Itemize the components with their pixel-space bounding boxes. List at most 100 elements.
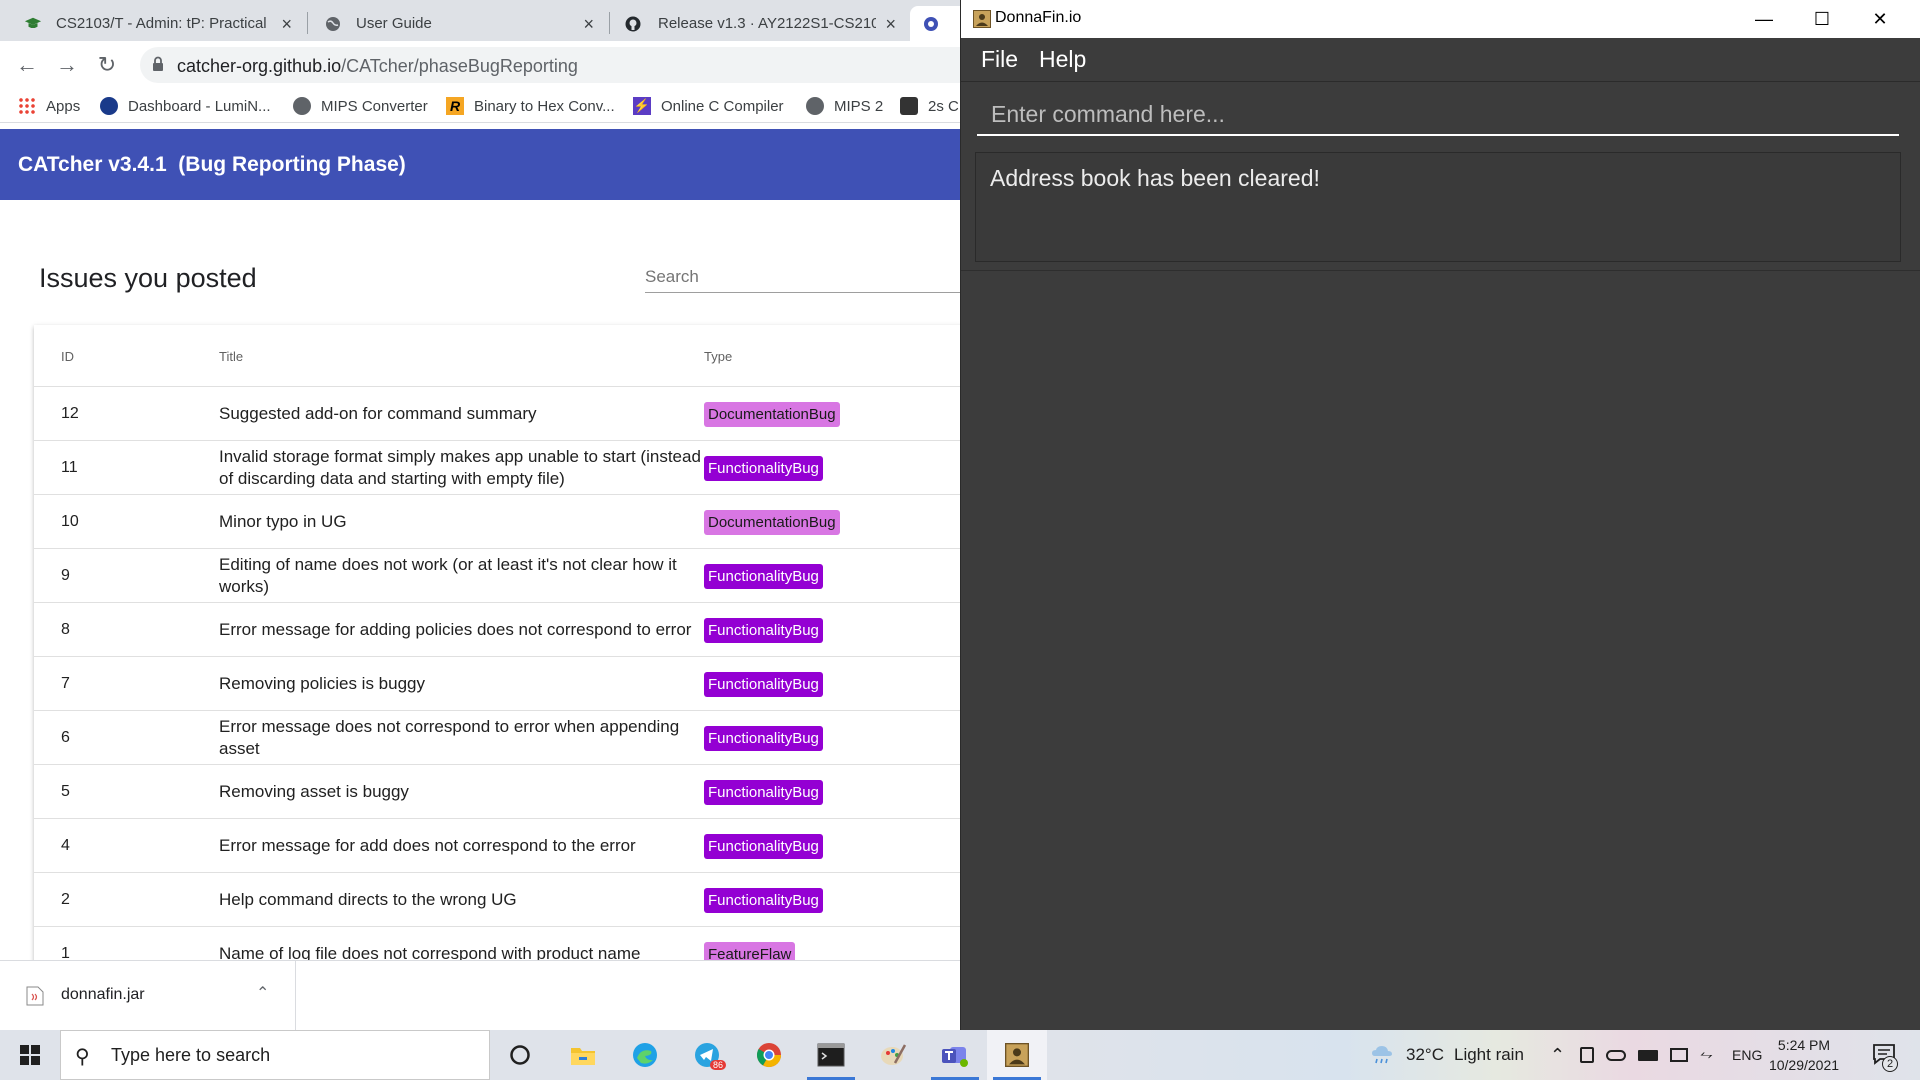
bookmark-binary-hex[interactable]: R Binary to Hex Conv... bbox=[446, 94, 615, 118]
globe-icon bbox=[326, 17, 340, 31]
bookmark-2s[interactable]: 2s C bbox=[900, 94, 959, 118]
issue-type-badge: FunctionalityBug bbox=[704, 780, 823, 805]
system-clock[interactable]: 5:24 PM 10/29/2021 bbox=[1764, 1035, 1844, 1075]
minimize-button[interactable]: — bbox=[1735, 0, 1793, 38]
maximize-button[interactable]: ☐ bbox=[1793, 0, 1851, 38]
bookmark-apps[interactable]: Apps bbox=[18, 94, 80, 118]
command-box[interactable] bbox=[977, 96, 1899, 136]
taskbar-search[interactable]: ⚲ Type here to search bbox=[60, 1030, 490, 1080]
command-input[interactable] bbox=[977, 96, 1899, 132]
action-center-button[interactable]: 2 bbox=[1865, 1030, 1905, 1080]
bookmark-label: Dashboard - LumiN... bbox=[128, 97, 271, 115]
battery-icon[interactable] bbox=[1638, 1049, 1658, 1061]
column-header-type[interactable]: Type bbox=[704, 349, 732, 364]
show-hidden-icons-button[interactable]: ⌃ bbox=[1550, 1030, 1565, 1080]
download-item[interactable]: donnafin.jar ⌃ bbox=[22, 961, 296, 1030]
table-row[interactable]: 7 Removing policies is buggy Functionality… bbox=[34, 657, 960, 711]
issue-title[interactable]: Suggested add-on for command summary bbox=[219, 387, 719, 441]
reload-button[interactable]: ↻ bbox=[93, 51, 121, 79]
start-button[interactable] bbox=[0, 1030, 60, 1080]
close-icon[interactable]: × bbox=[281, 14, 292, 35]
issue-id: 12 bbox=[61, 405, 79, 422]
issue-title[interactable]: Error message does not correspond to err… bbox=[219, 711, 719, 765]
meet-now-icon[interactable] bbox=[1580, 1047, 1594, 1063]
java-file-icon bbox=[26, 986, 44, 1006]
tab-release[interactable]: Release v1.3 · AY2122S1-CS2103T × bbox=[610, 6, 910, 41]
bookmark-dashboard[interactable]: Dashboard - LumiN... bbox=[100, 94, 271, 118]
tab-cs2103[interactable]: CS2103/T - Admin: tP: Practical E × bbox=[0, 6, 306, 41]
wifi-icon[interactable]: ⥊ bbox=[1700, 1046, 1713, 1064]
taskbar-paint[interactable] bbox=[863, 1030, 923, 1080]
windows-taskbar: ⚲ Type here to search 86 32°C Light rain… bbox=[0, 1030, 1920, 1080]
menu-file[interactable]: File bbox=[981, 46, 1018, 73]
globe-icon bbox=[806, 97, 824, 115]
taskbar-telegram[interactable]: 86 bbox=[677, 1030, 737, 1080]
issue-title[interactable]: Error message for adding policies does n… bbox=[219, 603, 719, 657]
issue-title[interactable]: Help command directs to the wrong UG bbox=[219, 873, 719, 927]
chevron-up-icon[interactable]: ⌃ bbox=[256, 983, 269, 1003]
table-row[interactable]: 8 Error message for adding policies does … bbox=[34, 603, 960, 657]
tab-user-guide[interactable]: User Guide × bbox=[308, 6, 608, 41]
cortana-button[interactable] bbox=[490, 1030, 550, 1080]
table-row[interactable]: 4 Error message for add does not correspo… bbox=[34, 819, 960, 873]
table-row[interactable]: 12 Suggested add-on for command summary Do… bbox=[34, 387, 960, 441]
taskbar-edge[interactable] bbox=[615, 1030, 675, 1080]
issue-title[interactable]: Editing of name does not work (or at lea… bbox=[219, 549, 719, 603]
issues-table: ID Title Type 12 Suggested add-on for com… bbox=[34, 325, 960, 1030]
graduation-cap-icon bbox=[24, 17, 42, 29]
issue-title[interactable]: Error message for add does not correspon… bbox=[219, 819, 719, 873]
lightning-icon: ⚡ bbox=[633, 97, 651, 115]
paint-icon bbox=[881, 1044, 907, 1065]
result-display: Address book has been cleared! bbox=[975, 152, 1901, 262]
bookmark-label: Online C Compiler bbox=[661, 97, 784, 115]
taskbar-chrome[interactable] bbox=[739, 1030, 799, 1080]
search-input[interactable] bbox=[645, 263, 960, 289]
table-row[interactable]: 11 Invalid storage format simply makes ap… bbox=[34, 441, 960, 495]
taskbar-terminal[interactable] bbox=[801, 1030, 861, 1080]
browser-window: CS2103/T - Admin: tP: Practical E × User… bbox=[0, 0, 960, 1030]
display-icon[interactable] bbox=[1670, 1048, 1688, 1062]
issue-id: 10 bbox=[61, 513, 79, 530]
issue-id: 6 bbox=[61, 729, 70, 746]
bookmark-label: Binary to Hex Conv... bbox=[474, 97, 615, 115]
bookmark-label: 2s C bbox=[928, 97, 959, 115]
issue-type-badge: FunctionalityBug bbox=[704, 564, 823, 589]
taskbar-donnafin[interactable] bbox=[987, 1030, 1047, 1080]
rain-cloud-icon bbox=[1372, 1046, 1392, 1064]
folder-icon bbox=[571, 1048, 595, 1065]
address-bar[interactable]: catcher-org.github.io/CATcher/phaseBugRe… bbox=[140, 47, 960, 83]
bookmark-mips2[interactable]: MIPS 2 bbox=[806, 94, 883, 118]
bookmark-online-c[interactable]: ⚡ Online C Compiler bbox=[633, 94, 784, 118]
result-message: Address book has been cleared! bbox=[990, 165, 1320, 191]
close-icon[interactable]: × bbox=[885, 14, 896, 35]
language-indicator[interactable]: ENG bbox=[1732, 1030, 1762, 1080]
issue-title[interactable]: Removing asset is buggy bbox=[219, 765, 719, 819]
bookmark-mips-converter[interactable]: MIPS Converter bbox=[293, 94, 428, 118]
issue-title[interactable]: Minor typo in UG bbox=[219, 495, 719, 549]
table-row[interactable]: 2 Help command directs to the wrong UG Fun… bbox=[34, 873, 960, 927]
close-button[interactable]: ✕ bbox=[1851, 0, 1909, 38]
issue-title[interactable]: Invalid storage format simply makes app … bbox=[219, 441, 719, 495]
taskbar-file-explorer[interactable] bbox=[553, 1030, 613, 1080]
search-field[interactable] bbox=[645, 263, 960, 293]
back-button[interactable]: ← bbox=[13, 51, 41, 79]
taskbar-teams[interactable] bbox=[925, 1030, 985, 1080]
onedrive-cloud-icon[interactable] bbox=[1606, 1049, 1626, 1061]
tab-label: User Guide bbox=[356, 15, 432, 32]
tab-catcher-active[interactable]: C bbox=[910, 6, 960, 41]
menu-help[interactable]: Help bbox=[1039, 46, 1086, 73]
issue-title[interactable]: Removing policies is buggy bbox=[219, 657, 719, 711]
forward-button[interactable]: → bbox=[53, 51, 81, 79]
bookmark-label: Apps bbox=[46, 97, 81, 115]
windows-logo-icon bbox=[20, 1045, 40, 1065]
table-row[interactable]: 6 Error message does not correspond to er… bbox=[34, 711, 960, 765]
column-header-id[interactable]: ID bbox=[61, 349, 74, 364]
table-row[interactable]: 9 Editing of name does not work (or at le… bbox=[34, 549, 960, 603]
close-icon[interactable]: × bbox=[583, 14, 594, 35]
table-row[interactable]: 5 Removing asset is buggy FunctionalityBug bbox=[34, 765, 960, 819]
weather-widget[interactable]: 32°C Light rain bbox=[1370, 1030, 1524, 1080]
column-header-title[interactable]: Title bbox=[219, 349, 243, 364]
terminal-icon bbox=[817, 1043, 845, 1067]
issue-type-badge: DocumentationBug bbox=[704, 402, 840, 427]
table-row[interactable]: 10 Minor typo in UG DocumentationBug bbox=[34, 495, 960, 549]
